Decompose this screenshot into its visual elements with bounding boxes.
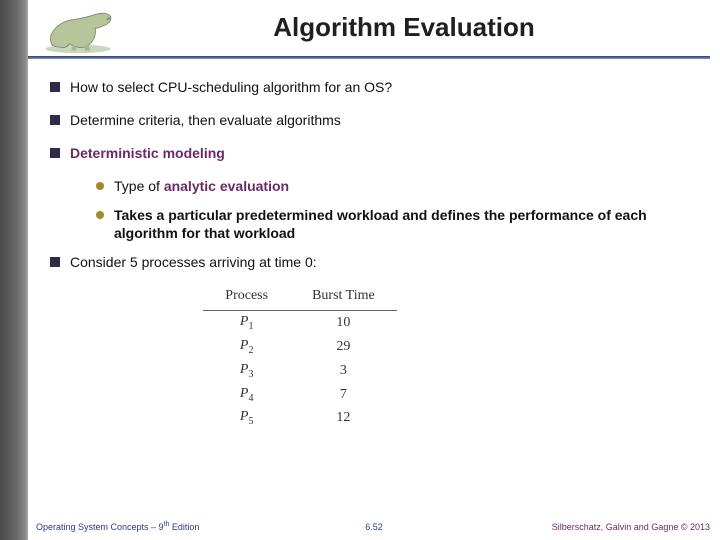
bullet-4: Consider 5 processes arriving at time 0: xyxy=(50,253,690,272)
col-process: Process xyxy=(203,286,290,311)
cell-process: P2 xyxy=(203,335,290,359)
bullet-1: How to select CPU-scheduling algorithm f… xyxy=(50,78,690,97)
cell-burst: 29 xyxy=(290,335,397,359)
col-burst: Burst Time xyxy=(290,286,397,311)
table-row: P4 7 xyxy=(203,383,396,407)
cell-burst: 10 xyxy=(290,311,397,335)
process-table-wrap: Process Burst Time P1 10 P2 29 P3 3 xyxy=(170,286,430,430)
bullet-3-sub-2: Takes a particular predetermined workloa… xyxy=(96,206,690,244)
table-header-row: Process Burst Time xyxy=(203,286,396,311)
left-sidebar-gradient xyxy=(0,0,28,540)
square-bullet-icon xyxy=(50,82,60,92)
cell-process: P5 xyxy=(203,406,290,430)
cell-process: P3 xyxy=(203,359,290,383)
footer-left-b: Edition xyxy=(169,522,199,532)
title-underline xyxy=(28,56,710,59)
cell-process: P4 xyxy=(203,383,290,407)
table-row: P5 12 xyxy=(203,406,396,430)
bullet-2: Determine criteria, then evaluate algori… xyxy=(50,111,690,130)
bullet-3-text: Deterministic modeling xyxy=(70,144,690,163)
process-table: Process Burst Time P1 10 P2 29 P3 3 xyxy=(203,286,396,430)
bullet-3-sub-2-text: Takes a particular predetermined workloa… xyxy=(114,206,690,244)
page-title: Algorithm Evaluation xyxy=(28,0,720,43)
bullet-1-text: How to select CPU-scheduling algorithm f… xyxy=(70,78,690,97)
cell-burst: 7 xyxy=(290,383,397,407)
cell-burst: 12 xyxy=(290,406,397,430)
footer-left: Operating System Concepts – 9th Edition xyxy=(36,521,199,532)
sub1-prefix: Type of xyxy=(114,178,164,194)
table-row: P2 29 xyxy=(203,335,396,359)
square-bullet-icon xyxy=(50,257,60,267)
bullet-2-text: Determine criteria, then evaluate algori… xyxy=(70,111,690,130)
sub1-accent: analytic evaluation xyxy=(164,178,289,194)
cell-burst: 3 xyxy=(290,359,397,383)
cell-process: P1 xyxy=(203,311,290,335)
footer-page-number: 6.52 xyxy=(365,522,383,532)
dinosaur-logo-icon xyxy=(34,6,122,54)
dot-bullet-icon xyxy=(96,182,104,190)
dot-bullet-icon xyxy=(96,211,104,219)
bullet-3: Deterministic modeling xyxy=(50,144,690,163)
slide-body: How to select CPU-scheduling algorithm f… xyxy=(50,78,690,430)
footer-left-a: Operating System Concepts – 9 xyxy=(36,522,164,532)
slide-footer: Operating System Concepts – 9th Edition … xyxy=(28,512,720,540)
bullet-4-text: Consider 5 processes arriving at time 0: xyxy=(70,253,690,272)
square-bullet-icon xyxy=(50,148,60,158)
bullet-3-accent: Deterministic modeling xyxy=(70,145,225,161)
table-row: P3 3 xyxy=(203,359,396,383)
table-row: P1 10 xyxy=(203,311,396,335)
bullet-3-sub-1: Type of analytic evaluation xyxy=(96,177,690,196)
footer-right: Silberschatz, Galvin and Gagne © 2013 xyxy=(552,522,710,532)
bullet-3-sub-1-text: Type of analytic evaluation xyxy=(114,177,690,196)
square-bullet-icon xyxy=(50,115,60,125)
